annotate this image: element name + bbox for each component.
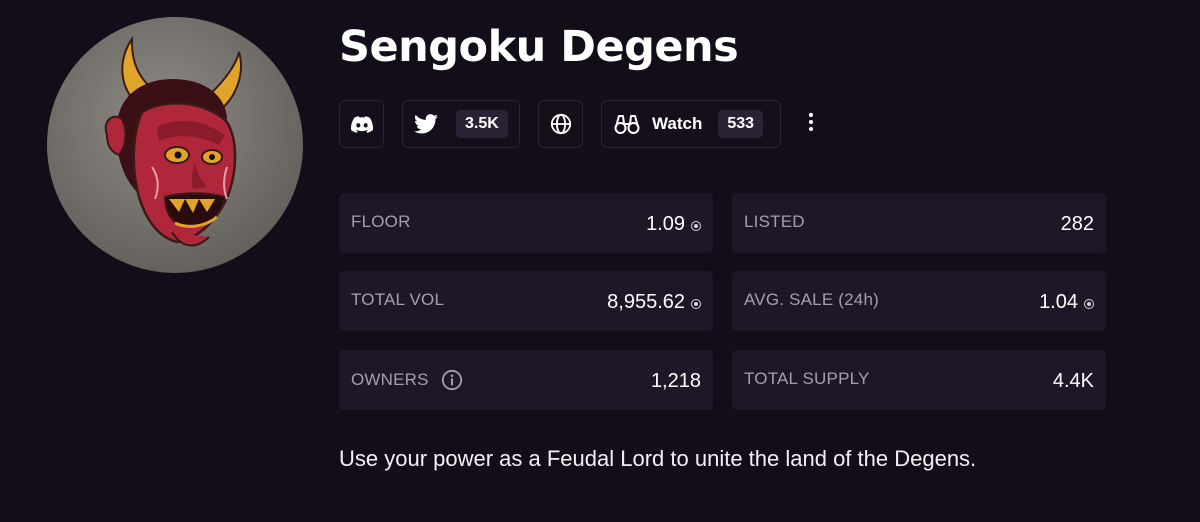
stat-listed: LISTED 282 — [732, 193, 1106, 253]
discord-icon — [350, 115, 373, 133]
avg-sale-value: 1.04 — [1039, 291, 1078, 313]
stat-floor: FLOOR 1.09 — [339, 193, 713, 253]
collection-description: Use your power as a Feudal Lord to unite… — [339, 446, 977, 471]
total-supply-value: 4.4K — [1052, 370, 1094, 392]
globe-icon — [550, 113, 571, 135]
twitter-button[interactable]: 3.5K — [402, 100, 520, 148]
stat-value: 8,955.62 — [607, 291, 701, 314]
sol-icon — [1084, 298, 1094, 309]
sol-icon — [691, 298, 701, 309]
twitter-icon — [414, 114, 438, 134]
info-icon[interactable] — [441, 369, 463, 391]
watch-label: Watch — [652, 114, 703, 133]
watch-button[interactable]: Watch 533 — [601, 100, 781, 148]
stat-value: 4.4K — [1053, 370, 1094, 393]
stat-value: 1.09 — [646, 213, 701, 236]
total-volume-value: 8,955.62 — [607, 291, 685, 313]
owners-label: OWNERS — [351, 370, 429, 389]
stat-owners: OWNERS 1,218 — [339, 350, 713, 410]
discord-button[interactable] — [339, 100, 384, 148]
more-vertical-icon[interactable] — [801, 110, 821, 134]
sol-icon — [691, 220, 701, 231]
stat-label: AVG. SALE (24h) — [744, 290, 879, 309]
collection-title: Sengoku Degens — [339, 22, 739, 72]
stat-total-volume: TOTAL VOL 8,955.62 — [339, 271, 713, 331]
stat-total-supply: TOTAL SUPPLY 4.4K — [732, 350, 1106, 410]
stat-avg-sale: AVG. SALE (24h) 1.04 — [732, 271, 1106, 331]
stat-label: FLOOR — [351, 212, 411, 231]
listed-count-value: 282 — [1060, 213, 1094, 235]
website-button[interactable] — [538, 100, 583, 148]
binoculars-icon — [614, 115, 640, 134]
stat-label: TOTAL SUPPLY — [744, 369, 870, 388]
owners-count-value: 1,218 — [650, 370, 701, 392]
watch-count: 533 — [718, 110, 764, 138]
stat-label: TOTAL VOL — [351, 290, 445, 309]
collection-avatar — [47, 17, 303, 273]
stat-value: 1,218 — [651, 370, 701, 393]
stat-value: 282 — [1061, 213, 1094, 236]
stat-value: 1.04 — [1039, 291, 1094, 314]
collection-header: Sengoku Degens 3.5K Watch 533 FLOOR 1.09… — [0, 0, 1200, 522]
twitter-follower-count: 3.5K — [456, 110, 508, 138]
stat-label: OWNERS — [351, 369, 463, 391]
stat-label: LISTED — [744, 212, 805, 231]
hannya-mask-image — [104, 35, 242, 247]
floor-price-value: 1.09 — [646, 213, 685, 235]
